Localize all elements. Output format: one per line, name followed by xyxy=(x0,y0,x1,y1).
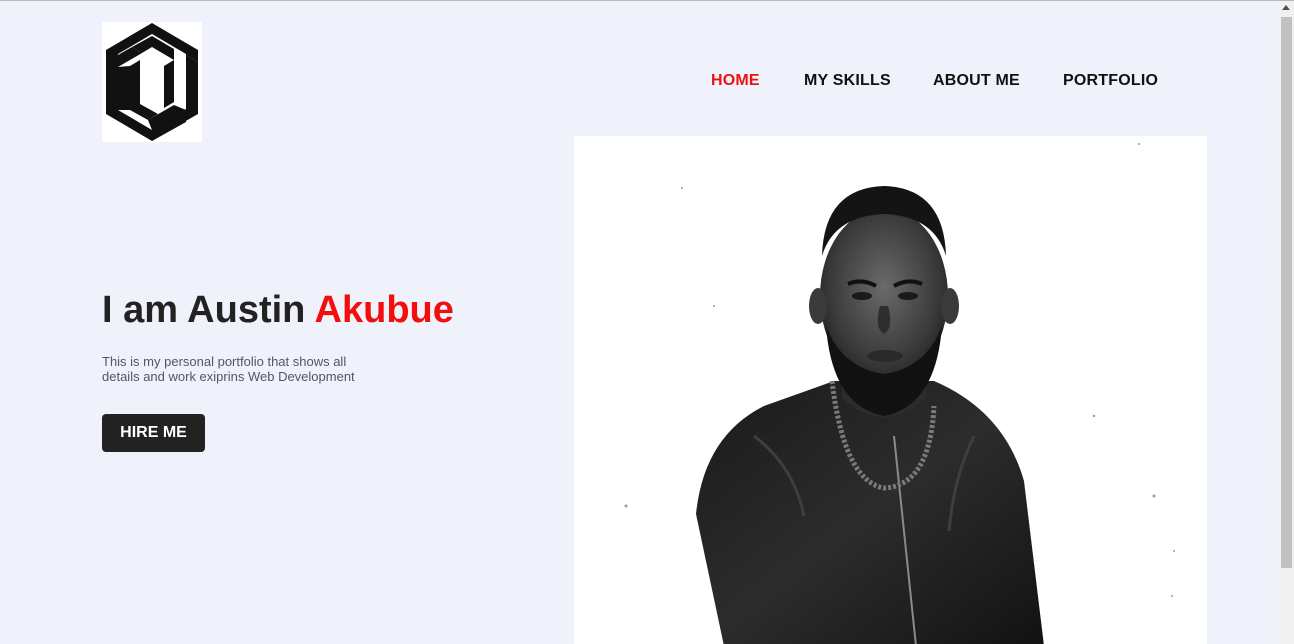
portfolio-page: HOME MY SKILLS ABOUT ME PORTFOLIO I am A… xyxy=(0,1,1279,644)
scrollbar-thumb[interactable] xyxy=(1281,17,1292,568)
portrait-person-image xyxy=(574,136,1207,644)
vertical-scrollbar[interactable] xyxy=(1279,1,1294,644)
hero-title-prefix: I am Austin xyxy=(102,289,315,331)
nav-about-me[interactable]: ABOUT ME xyxy=(933,72,1020,90)
hero-title: I am Austin Akubue xyxy=(102,289,454,332)
hero-title-accent: Akubue xyxy=(314,289,454,331)
nav-home[interactable]: HOME xyxy=(711,72,760,90)
hire-me-button[interactable]: HIRE ME xyxy=(102,414,205,452)
nav-my-skills[interactable]: MY SKILLS xyxy=(804,72,891,90)
hero-description: This is my personal portfolio that shows… xyxy=(102,354,355,384)
portrait-photo xyxy=(574,136,1207,644)
hexagon-logo-icon xyxy=(106,23,198,141)
site-logo[interactable] xyxy=(102,22,202,142)
scroll-up-arrow-icon[interactable] xyxy=(1282,5,1290,10)
nav-portfolio[interactable]: PORTFOLIO xyxy=(1063,72,1158,90)
